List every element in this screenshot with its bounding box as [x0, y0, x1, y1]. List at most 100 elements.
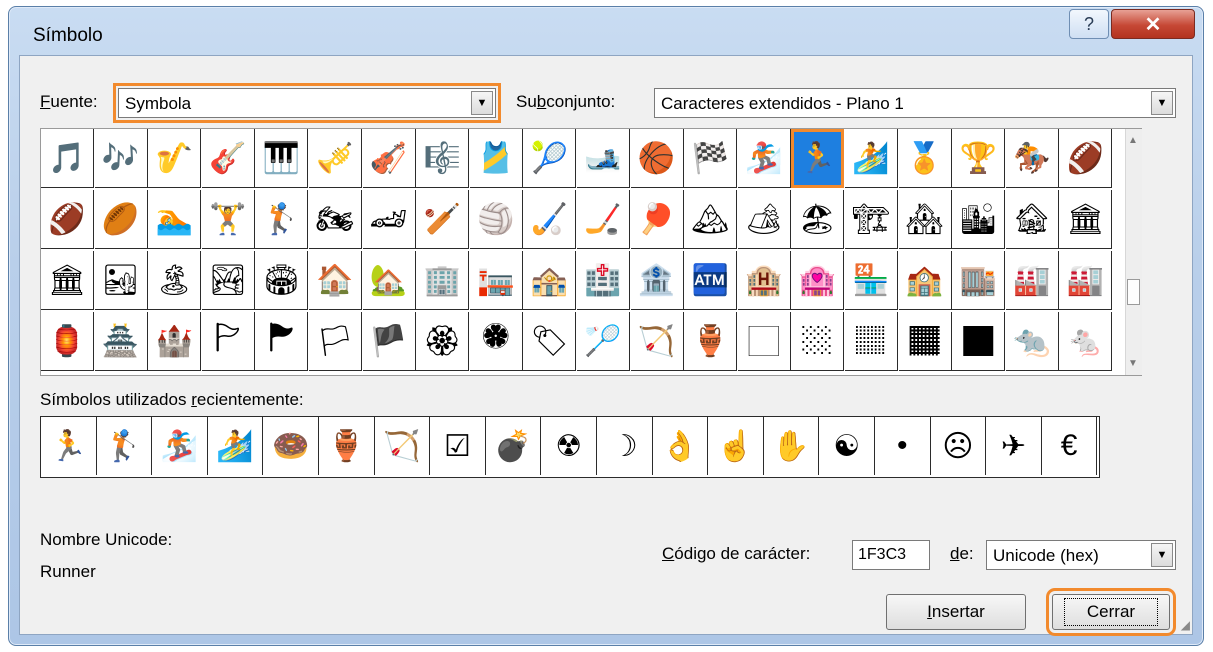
symbol-cell[interactable]: 🏀 [630, 129, 684, 188]
symbol-cell[interactable]: 🏍 [309, 190, 362, 249]
recent-symbol-cell[interactable]: 🏺 [319, 417, 375, 475]
symbol-cell[interactable]: 🏓 [630, 190, 684, 249]
window-close-button[interactable]: ✕ [1111, 9, 1195, 39]
symbol-cell[interactable]: 🏁 [684, 129, 738, 188]
symbol-cell[interactable]: 🏵 [416, 312, 470, 371]
recent-symbol-cell[interactable]: 🍩 [263, 417, 319, 475]
symbol-cell[interactable]: 🏿 [952, 312, 1006, 371]
symbol-cell[interactable]: 🏱 [201, 312, 255, 371]
symbol-cell[interactable]: 🏞 [201, 251, 255, 310]
recent-symbol-cell[interactable]: ☢ [541, 417, 597, 475]
symbol-cell[interactable]: 🏆 [952, 129, 1006, 188]
symbol-cell[interactable]: 🏯 [94, 312, 148, 371]
symbol-cell[interactable]: 🏸 [577, 312, 630, 371]
recent-symbol-cell[interactable]: 👌 [653, 417, 709, 475]
symbol-cell[interactable]: 🏦 [630, 251, 684, 310]
symbol-cell[interactable]: 🏃 [791, 129, 845, 188]
symbol-cell[interactable]: 🏥 [577, 251, 630, 310]
symbol-cell[interactable]: 🏕 [737, 190, 791, 249]
symbol-cell[interactable]: 🏧 [684, 251, 738, 310]
recent-symbol-cell[interactable]: 🏌 [97, 417, 153, 475]
scroll-up-icon[interactable]: ▲ [1128, 135, 1138, 146]
symbol-cell[interactable]: 🏗 [845, 190, 898, 249]
recent-symbol-cell[interactable]: ☑ [430, 417, 486, 475]
symbol-cell[interactable]: 🏭 [1005, 251, 1059, 310]
symbol-cell[interactable]: 🏶 [469, 312, 523, 371]
symbol-cell[interactable]: 🏌 [255, 190, 309, 249]
insert-button[interactable]: Insertar [886, 594, 1026, 630]
symbol-cell[interactable]: 🏷 [523, 312, 577, 371]
symbol-cell[interactable]: 🏪 [845, 251, 898, 310]
symbol-cell[interactable]: 🏠 [309, 251, 362, 310]
font-select[interactable]: Symbola ▼ [113, 83, 501, 123]
symbol-cell[interactable]: 🏭 [1059, 251, 1113, 310]
recent-symbol-cell[interactable]: ✋ [764, 417, 820, 475]
cancel-button[interactable]: Cerrar [1046, 588, 1176, 636]
recent-symbol-cell[interactable]: € [1042, 417, 1098, 475]
symbol-cell[interactable]: 🏇 [1005, 129, 1059, 188]
symbol-cell[interactable]: 🏒 [577, 190, 630, 249]
help-button[interactable]: ? [1069, 9, 1109, 39]
resize-grip-icon[interactable]: ◢ [1181, 618, 1190, 632]
symbol-cell[interactable]: 🏑 [523, 190, 577, 249]
symbol-cell[interactable]: 🏟 [255, 251, 309, 310]
recent-symbol-cell[interactable]: • [875, 417, 931, 475]
symbol-cell[interactable]: 🏛 [1059, 190, 1113, 249]
symbol-cell[interactable]: 🏣 [469, 251, 523, 310]
symbol-cell[interactable]: 🏐 [469, 190, 523, 249]
symbol-cell[interactable]: 🏮 [41, 312, 94, 371]
symbol-cell[interactable]: 🎿 [577, 129, 630, 188]
symbol-cell[interactable]: 🎼 [416, 129, 470, 188]
symbol-cell[interactable]: 🐀 [1005, 312, 1059, 371]
symbol-cell[interactable]: 🏡 [362, 251, 416, 310]
symbol-cell[interactable]: 🎵 [41, 129, 94, 188]
symbol-cell[interactable]: 🎻 [362, 129, 416, 188]
recent-symbol-cell[interactable]: 🏂 [152, 417, 208, 475]
symbol-cell[interactable]: 🏺 [684, 312, 738, 371]
symbol-cell[interactable]: 🎾 [523, 129, 577, 188]
symbol-cell[interactable]: 🎶 [94, 129, 148, 188]
symbol-cell[interactable]: 🏽 [845, 312, 898, 371]
symbol-cell[interactable]: 🎺 [309, 129, 362, 188]
symbol-cell[interactable]: 🏏 [416, 190, 470, 249]
symbol-cell[interactable]: 🏙 [952, 190, 1006, 249]
subset-select[interactable]: Caracteres extendidos - Plano 1 ▼ [654, 88, 1176, 118]
symbol-cell[interactable]: 🏼 [791, 312, 845, 371]
symbol-cell[interactable]: 🏝 [148, 251, 202, 310]
symbol-cell[interactable]: 🎽 [469, 129, 523, 188]
symbol-cell[interactable]: 🏚 [1005, 190, 1059, 249]
symbol-cell[interactable]: 🏢 [416, 251, 470, 310]
chevron-down-icon[interactable]: ▼ [1151, 91, 1173, 115]
symbol-cell[interactable]: 🏩 [791, 251, 845, 310]
recent-symbol-cell[interactable]: 🏹 [375, 417, 431, 475]
recent-symbol-cell[interactable]: 🏃 [41, 417, 97, 475]
symbol-cell[interactable]: 🏰 [148, 312, 202, 371]
char-code-input[interactable]: 1F3C3 [852, 540, 930, 570]
symbol-cell[interactable]: 🏨 [737, 251, 791, 310]
recent-symbol-cell[interactable]: ☯ [819, 417, 875, 475]
symbol-cell[interactable]: 🏫 [898, 251, 952, 310]
symbol-cell[interactable]: 🏴 [362, 312, 416, 371]
symbol-cell[interactable]: 🏖 [791, 190, 845, 249]
symbol-cell[interactable]: 🏘 [898, 190, 952, 249]
symbol-cell[interactable]: 🏊 [148, 190, 202, 249]
symbol-cell[interactable]: 🎸 [201, 129, 255, 188]
symbol-cell[interactable]: 🏄 [845, 129, 898, 188]
symbol-cell[interactable]: 🏛 [41, 251, 94, 310]
symbol-cell[interactable]: 🏤 [523, 251, 577, 310]
symbol-cell[interactable]: 🏅 [898, 129, 952, 188]
symbol-cell[interactable]: 🏔 [684, 190, 738, 249]
scrollbar-thumb[interactable] [1127, 279, 1140, 305]
symbol-cell[interactable]: 🏉 [94, 190, 148, 249]
recent-symbol-cell[interactable]: ✈ [986, 417, 1042, 475]
symbol-cell[interactable]: 🏋 [201, 190, 255, 249]
symbols-grid[interactable]: ▲ ▼ 🎵 🎶 🎷 🎸 🎹 🎺 🎻 🎼 🎽 🎾 🎿 🏀 🏁 🏂 🏃 🏄 🏅 🏆 🏇 🏈 🏈 🏉 🏊 🏋 🏌 🏍 🏎 🏏 🏐 🏑 🏒 🏓 🏔 🏕 🏖 🏗… [40, 128, 1142, 376]
symbol-cell[interactable]: 🏾 [898, 312, 952, 371]
symbol-cell[interactable]: 🏈 [1059, 129, 1113, 188]
symbol-cell[interactable]: 🏜 [94, 251, 148, 310]
recent-symbol-cell[interactable]: ☽ [597, 417, 653, 475]
recent-symbols[interactable]: 🏃 🏌 🏂 🏄 🍩 🏺 🏹 ☑ 💣 ☢ ☽ 👌 ☝ ✋ ☯ • ☹ ✈ € [40, 416, 1100, 478]
symbol-cell[interactable]: 🎹 [255, 129, 309, 188]
scroll-down-icon[interactable]: ▼ [1128, 358, 1138, 369]
grid-scrollbar[interactable]: ▲ ▼ [1125, 129, 1142, 375]
